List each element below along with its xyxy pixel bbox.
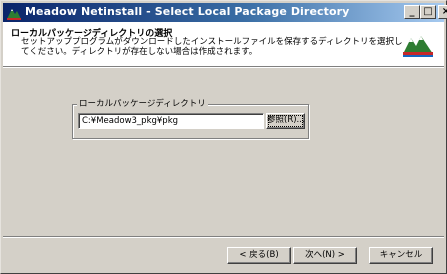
close-button[interactable]: ×: [438, 5, 447, 19]
browse-button[interactable]: 参照(R)...: [266, 113, 305, 129]
meadow-logo-icon: [403, 36, 433, 57]
title-bar[interactable]: Meadow Netinstall - Select Local Package…: [3, 3, 447, 22]
next-button[interactable]: 次へ(N) >: [293, 247, 357, 264]
wizard-header: ローカルパッケージディレクトリの選択 セットアッププログラムがダウンロードしたイ…: [3, 22, 444, 66]
directory-path-input[interactable]: [78, 113, 264, 129]
window-title: Meadow Netinstall - Select Local Package…: [25, 5, 350, 18]
footer-divider: [3, 236, 444, 238]
back-button[interactable]: < 戻る(B): [227, 247, 291, 264]
description-line-2: てください。ディレクトリが存在しない場合は作成されます。: [21, 47, 258, 57]
maximize-button[interactable]: □: [420, 5, 436, 19]
meadow-app-icon: [7, 9, 21, 20]
description-line-1: セットアッププログラムがダウンロードしたインストールファイルを保存するディレクト…: [21, 37, 403, 47]
minimize-button[interactable]: _: [404, 5, 420, 19]
header-divider: [3, 66, 444, 68]
page-description: セットアッププログラムがダウンロードしたインストールファイルを保存するディレクト…: [21, 37, 403, 57]
cancel-button[interactable]: キャンセル: [369, 247, 433, 264]
setup-window: Meadow Netinstall - Select Local Package…: [0, 0, 447, 274]
directory-group-label: ローカルパッケージディレクトリ: [77, 97, 208, 109]
